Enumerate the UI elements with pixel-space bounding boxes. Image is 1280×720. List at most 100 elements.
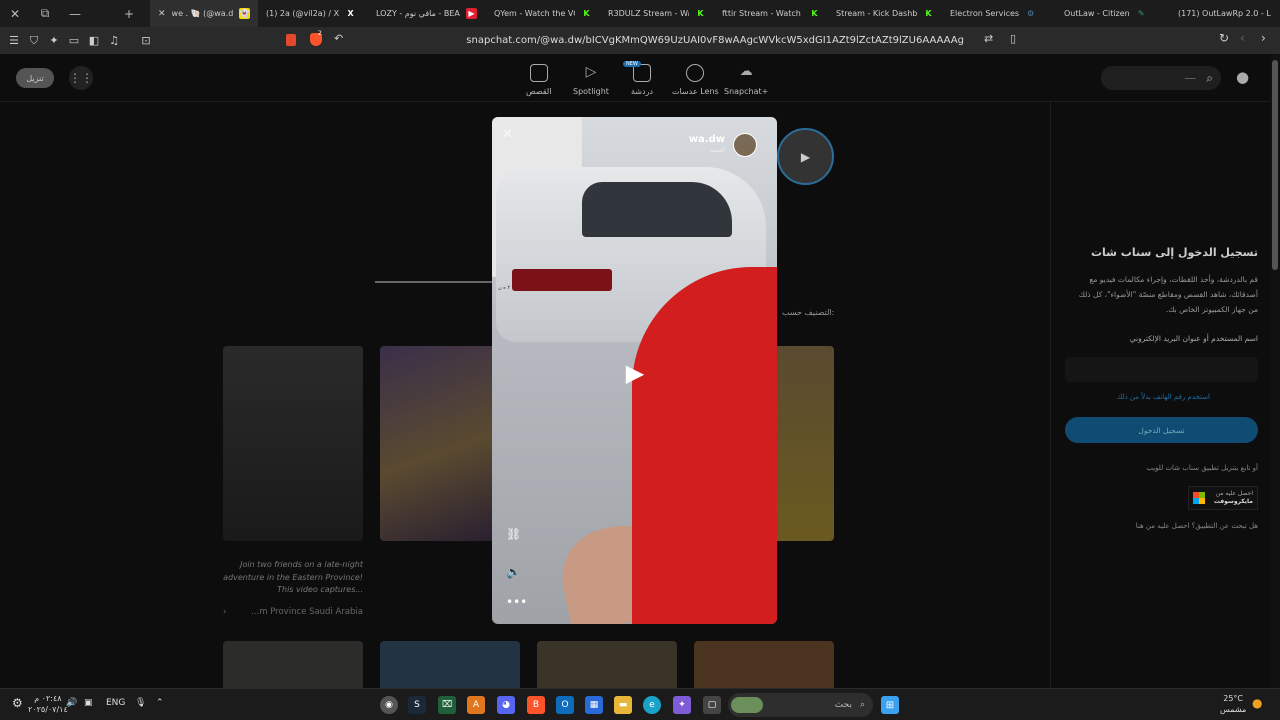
share-icon[interactable]: ⇄ [984,32,993,45]
story-avatar[interactable]: ▶ [777,128,834,185]
steam-icon[interactable]: S [408,696,426,714]
spotlight-thumbnail[interactable] [777,346,834,541]
bookmark-icon[interactable]: ▯ [1010,32,1016,45]
brave-rewards-icon[interactable] [286,34,296,46]
kick-icon: K [925,9,932,18]
menu-icon[interactable]: ☰ [4,27,24,54]
search-placeholder: — [1184,71,1197,85]
brave-icon[interactable]: B [527,696,545,714]
tab-lozy[interactable]: LOZY - مافي نوم - BEA ▶ [368,0,486,27]
terminal-icon[interactable]: ⌧ [438,696,456,714]
outlook-icon[interactable]: O [556,696,574,714]
clock-time: ٠٢:٤٨ م [34,694,62,703]
sort-label[interactable]: التصنيف حسب: [782,308,834,317]
clock-date: ٢٠٢٥/٠٧/١٤ [28,705,68,714]
chevron-right-icon: › [223,607,227,617]
use-phone-link[interactable]: استخدم رقم الهاتف بدلاً من ذلك [1117,393,1210,401]
new-tab-icon[interactable]: + [114,0,144,27]
puzzle-icon[interactable]: ✦ [44,27,64,54]
tab-qyem[interactable]: QYem - Watch the VOD K [486,0,600,27]
tab-r3dulz[interactable]: R3DULZ Stream - Watc K [600,0,714,27]
close-tab-icon[interactable]: ✕ [158,9,166,19]
volume-icon[interactable]: 🔊 [66,698,77,708]
story-viewer[interactable]: ٢ ه ن ✕ wa.dw القصة ▶ ⛓ 🔈 ••• [492,117,777,624]
tab-fttir[interactable]: fttir Stream - Watch Liv K [714,0,828,27]
download-button[interactable]: تنزيل [16,68,54,88]
scrollbar-thumb[interactable] [1272,60,1278,270]
spotlight-thumbnail[interactable] [537,641,677,688]
nav-chat[interactable]: NEW دردشة [623,61,653,96]
login-panel: تسجيل الدخول إلى سناب شات قم بالدردشة، و… [1050,102,1270,688]
close-window-icon[interactable]: ✕ [0,0,30,27]
tab-snapchat-wa-dw[interactable]: ✕ we . 🐚 (@wa.d 👻 [150,0,258,27]
restore-window-icon[interactable]: ⧉ [30,0,60,27]
windows-start-icon[interactable]: ⊞ [881,696,899,714]
sidebar-icon[interactable]: ◧ [84,27,104,54]
tab-kick-dashboard[interactable]: Stream - Kick Dashb K [828,0,942,27]
spotlight-thumbnail[interactable] [223,641,363,688]
undo-icon[interactable]: ↶ [334,32,343,45]
nav-snapchat-plus[interactable]: ☁ Snapchat+ [724,64,768,96]
help-link[interactable]: هل تبحث عن التطبيق؟ احصل عليه من هنا [1136,522,1258,530]
tab-label: fttir Stream - Watch Liv [722,9,803,18]
search-input[interactable]: — ⌕ [1101,66,1221,90]
window-icon[interactable]: ▢ [703,696,721,714]
login-button[interactable]: تسجيل الدخول [1065,417,1258,443]
volume-icon[interactable]: 🔈 [506,565,521,579]
weather[interactable]: 25°C مشمس [1220,693,1246,715]
microsoft-store-badge[interactable]: احصل عليه من مايكروسوفت [1188,486,1258,510]
music-icon[interactable]: ♫ [104,27,124,54]
play-button[interactable]: ▶ [615,353,655,393]
profile-ghost-icon[interactable]: ● [1236,68,1249,86]
nav-lenses[interactable]: عدسات Lens [672,64,719,96]
more-icon[interactable]: ••• [506,595,527,609]
link-icon[interactable]: ⛓ [506,527,521,541]
spotlight-thumbnail[interactable] [380,346,492,541]
kick-icon: K [697,9,704,18]
nav-spotlight[interactable]: ▷ Spotlight [573,64,609,96]
settings-icon[interactable]: ⚙ [12,696,23,710]
wallet-icon[interactable]: ▭ [64,27,84,54]
forward-icon[interactable]: › [1261,31,1266,45]
tab-x-vil2a[interactable]: (1) 2a (@vil2a) / X X [258,0,368,27]
weather-temp: 25°C [1223,694,1243,703]
spotlight-thumbnail[interactable] [694,641,834,688]
network-icon[interactable]: ▣ [84,698,93,708]
close-icon[interactable]: ✕ [502,127,513,142]
tab-outlawrp[interactable]: (171) OutLawRp 2.0 - L [1170,0,1280,27]
tab-outlaw-citizen[interactable]: OutLaw - Citizen ✎ [1056,0,1170,27]
location-link[interactable]: › ...m Province Saudi Arabia [223,607,363,617]
spotlight-thumbnail[interactable] [380,641,520,688]
edge-icon[interactable]: e [643,696,661,714]
obs-icon[interactable]: ◉ [380,696,398,714]
license-plate: ٢ ه ن [498,285,511,291]
tab-electron-services[interactable]: Electron Services ⚙ [942,0,1056,27]
nav-stories[interactable]: القصص [526,64,551,96]
back-icon[interactable]: ‹ [1240,31,1245,45]
store-icon[interactable]: ▦ [585,696,603,714]
shield-icon[interactable]: ⛉ [24,27,44,54]
microphone-icon[interactable]: 🎙 [135,698,146,708]
copilot-icon[interactable]: ✦ [673,696,691,714]
discord-icon[interactable]: ◕ [497,696,515,714]
story-avatar-icon[interactable] [733,133,757,157]
nav-stories-label: القصص [526,87,552,96]
reload-icon[interactable]: ↻ [1219,31,1229,45]
clock[interactable]: ٠٢:٤٨ م ٢٠٢٥/٠٧/١٤ [28,693,68,715]
spotlight-thumbnail[interactable] [223,346,363,541]
windows-taskbar: ⚙ ٠٢:٤٨ م ٢٠٢٥/٠٧/١٤ 🔊 ▣ ENG 🎙 ⌃ ◉ S ⌧ A… [0,688,1280,720]
address-bar[interactable]: snapchat.com/@wa.dw/bICVgKMmQW69UzUAI0vF… [280,30,1000,51]
car-window [582,182,732,237]
screenshot-icon[interactable]: ⊡ [136,27,156,54]
nav-plus-label: Snapchat+ [724,87,769,96]
story-username[interactable]: wa.dw [689,134,725,145]
page-scrollbar[interactable] [1270,54,1280,688]
apps-grid-icon[interactable]: ⋮⋮ [69,66,93,90]
minimize-window-icon[interactable]: — [60,0,90,27]
language-indicator[interactable]: ENG [106,698,125,708]
username-field[interactable] [1065,357,1258,382]
chevron-up-icon[interactable]: ⌃ [156,698,164,708]
app-icon[interactable]: A [467,696,485,714]
tab-label: Electron Services [950,9,1020,18]
folder-icon[interactable]: ▬ [614,696,632,714]
